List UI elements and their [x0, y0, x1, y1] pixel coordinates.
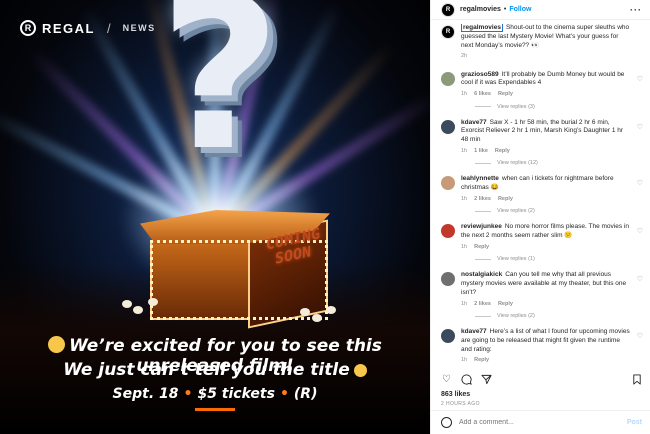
- reply-button[interactable]: Reply: [498, 196, 513, 203]
- list-item: kdave77 Here’s a list of what I found for…: [441, 328, 643, 365]
- follow-button[interactable]: Follow: [509, 6, 531, 13]
- list-item: grazioso589 It’ll probably be Dumb Money …: [441, 71, 643, 99]
- regal-brand-text: REGAL: [42, 20, 95, 36]
- like-count[interactable]: 863 likes: [441, 391, 470, 398]
- view-replies-label: View replies (2): [497, 208, 535, 215]
- comment-time: 1h: [461, 357, 468, 364]
- regal-logo: R REGAL / NEWS: [20, 20, 156, 36]
- comment-time: 1h: [461, 91, 468, 98]
- post-sidebar: R regalmovies • Follow ··· R regalmovies…: [430, 0, 650, 434]
- list-item: nostalgiakick Can you tell me why that al…: [441, 271, 643, 308]
- comment-likes[interactable]: 6 likes: [474, 91, 491, 98]
- heart-icon[interactable]: ♡: [441, 374, 452, 385]
- comment-bubble-icon[interactable]: [461, 373, 472, 385]
- avatar[interactable]: [441, 119, 455, 134]
- news-label: NEWS: [122, 23, 156, 33]
- heart-icon[interactable]: ♡: [637, 75, 643, 83]
- promo-details: Sept. 18 • $5 tickets • (R): [0, 386, 430, 402]
- logo-separator: /: [107, 20, 111, 36]
- popcorn-piece: [312, 314, 322, 322]
- comment-likes[interactable]: 2 likes: [474, 301, 491, 308]
- starstruck-emoji-icon: [48, 336, 66, 353]
- comment-username[interactable]: kdave77: [461, 119, 487, 126]
- heart-icon[interactable]: ♡: [637, 179, 643, 187]
- popcorn-piece: [148, 298, 158, 306]
- view-replies-button[interactable]: View replies (2): [475, 313, 643, 319]
- view-replies-button[interactable]: View replies (1): [475, 256, 643, 262]
- comment-username[interactable]: grazioso589: [461, 71, 499, 78]
- more-options-icon[interactable]: ···: [630, 5, 642, 15]
- avatar[interactable]: [441, 272, 455, 287]
- comment-input[interactable]: [459, 419, 620, 426]
- comment-time: 1h: [461, 300, 468, 307]
- post-actions: ♡: [441, 372, 642, 386]
- add-comment-bar: Post: [431, 410, 650, 434]
- view-replies-button[interactable]: View replies (12): [475, 160, 643, 166]
- share-plane-icon[interactable]: [481, 374, 492, 385]
- reply-button[interactable]: Reply: [495, 148, 510, 155]
- accent-underline: [195, 408, 235, 411]
- avatar[interactable]: [441, 71, 455, 86]
- comment-time: 1h: [461, 243, 468, 250]
- heart-icon[interactable]: ♡: [637, 332, 643, 340]
- view-replies-label: View replies (1): [497, 256, 535, 263]
- view-replies-label: View replies (3): [497, 103, 535, 110]
- popcorn-piece: [133, 306, 143, 314]
- regal-logo-mark: R: [20, 20, 36, 36]
- post-comment-button[interactable]: Post: [627, 419, 642, 426]
- comment-likes[interactable]: 2 likes: [474, 196, 491, 203]
- bookmark-icon[interactable]: [631, 373, 642, 385]
- smirk-emoji-icon: [353, 364, 367, 377]
- list-item: leahlynnette when can i tickets for night…: [441, 175, 643, 203]
- reply-button[interactable]: Reply: [498, 91, 513, 98]
- avatar[interactable]: [441, 329, 455, 344]
- avatar[interactable]: R: [441, 2, 455, 17]
- avatar[interactable]: [441, 176, 455, 191]
- comment-username[interactable]: kdave77: [461, 328, 487, 335]
- post-timestamp: 2 HOURS AGO: [441, 401, 480, 407]
- list-item: reviewjunkee No more horror films please.…: [441, 223, 643, 251]
- list-item: kdave77 Saw X - 1 hr 58 min, the burial 2…: [441, 119, 643, 156]
- avatar[interactable]: R: [441, 25, 455, 39]
- promo-line-2: We just can’t tell you the title: [0, 360, 430, 380]
- emoji-smile-icon[interactable]: [441, 417, 452, 428]
- popcorn-piece: [326, 306, 336, 314]
- question-mark-graphic: ?: [159, 0, 281, 197]
- popcorn-piece: [122, 300, 132, 308]
- detail-separator: •: [279, 386, 289, 402]
- post-caption: R regalmovies Shout-out to the cinema sup…: [441, 24, 643, 61]
- post-image[interactable]: ? COMING SOON R REGAL / NEWS We’re excit…: [0, 0, 430, 434]
- avatar[interactable]: [441, 224, 455, 239]
- view-replies-button[interactable]: View replies (2): [475, 208, 643, 214]
- detail-separator: •: [183, 386, 193, 402]
- heart-icon[interactable]: ♡: [637, 123, 643, 131]
- film-rating: (R): [293, 386, 318, 402]
- header-separator: •: [503, 6, 507, 13]
- caption-username[interactable]: regalmovies: [461, 24, 503, 32]
- comment-username[interactable]: leahlynnette: [461, 175, 499, 182]
- release-date: Sept. 18: [112, 386, 179, 402]
- heart-icon[interactable]: ♡: [637, 275, 643, 283]
- heart-icon[interactable]: ♡: [637, 227, 643, 235]
- view-replies-label: View replies (12): [497, 160, 538, 167]
- comment-time: 1h: [461, 147, 468, 154]
- view-replies-button[interactable]: View replies (3): [475, 104, 643, 110]
- comment-time: 1h: [461, 195, 468, 202]
- reply-button[interactable]: Reply: [474, 244, 489, 251]
- header-username[interactable]: regalmovies: [460, 6, 501, 13]
- promo-line-2-text: We just can’t tell you the title: [63, 360, 350, 380]
- reply-button[interactable]: Reply: [474, 357, 489, 364]
- comments-list[interactable]: R regalmovies Shout-out to the cinema sup…: [431, 24, 650, 369]
- popcorn-piece: [300, 308, 310, 316]
- post-header: R regalmovies • Follow ···: [431, 0, 650, 20]
- mystery-box-graphic: COMING SOON: [140, 210, 330, 329]
- view-replies-label: View replies (2): [497, 313, 535, 320]
- ticket-price: $5 tickets: [197, 386, 275, 402]
- comment-likes[interactable]: 1 like: [474, 148, 488, 155]
- reply-button[interactable]: Reply: [498, 301, 513, 308]
- caption-time: 2h: [461, 53, 468, 60]
- comment-username[interactable]: reviewjunkee: [461, 223, 502, 230]
- comment-username[interactable]: nostalgiakick: [461, 271, 502, 278]
